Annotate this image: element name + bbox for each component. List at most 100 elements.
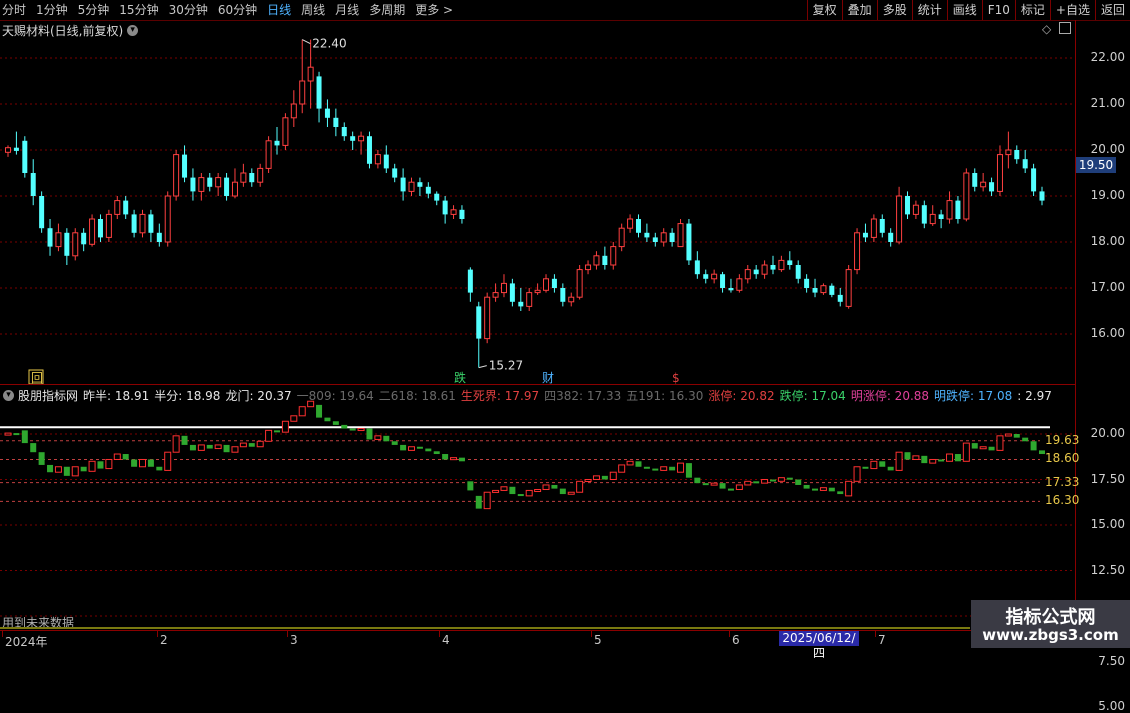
indicator-bar-79 (669, 466, 676, 471)
indicator-bar-83 (702, 483, 709, 486)
indicator-bar-17 (147, 459, 154, 467)
high-label: 22.40 (312, 37, 346, 51)
indicator-bar-104 (879, 461, 886, 467)
candle-body-93 (787, 260, 793, 265)
candle-body-116 (980, 181, 987, 188)
candle-body-90 (761, 264, 768, 275)
candle-body-75 (635, 219, 641, 233)
indicator-bar-75 (635, 461, 642, 467)
time-scrollbar[interactable] (0, 627, 970, 629)
indicator-axis-label-6: 5.00 (1098, 699, 1125, 713)
candle-body-21 (182, 154, 188, 178)
chart-canvas[interactable]: 22.40 15.27 回 跌 财 $ (0, 20, 1075, 630)
indicator-bar-71 (601, 475, 608, 480)
toolbar-button-4[interactable]: 画线 (946, 0, 982, 20)
candle-body-37 (316, 76, 322, 109)
current-price-tag: 19.50 (1076, 157, 1116, 173)
timeframe-3[interactable]: 15分钟 (114, 0, 163, 20)
candle-body-11 (97, 219, 103, 238)
candle-body-41 (350, 136, 356, 141)
indicator-bar-70 (592, 475, 600, 480)
candle-body-67 (568, 296, 575, 303)
indicator-bar-63 (534, 489, 542, 493)
candle-body-32 (274, 140, 280, 146)
timeframe-10[interactable]: 更多 > (410, 0, 458, 20)
candle-body-111 (938, 214, 944, 219)
indicator-value-5: 生死界: 17.97 (460, 389, 540, 403)
candle-body-1 (13, 147, 19, 151)
circle-arrow-icon[interactable]: ▾ (3, 390, 14, 401)
candle-body-72 (610, 246, 617, 266)
timeframe-7[interactable]: 周线 (296, 0, 330, 20)
indicator-bar-101 (853, 466, 861, 482)
indicator-bar-23 (197, 444, 205, 451)
timeframe-9[interactable]: 多周期 (364, 0, 410, 20)
candle-body-65 (551, 278, 557, 288)
candle-body-113 (955, 200, 961, 219)
toolbar-button-3[interactable]: 统计 (911, 0, 947, 20)
indicator-bar-102 (862, 466, 869, 469)
indicator-bar-53 (450, 457, 458, 461)
candle-body-71 (602, 255, 608, 265)
toolbar-button-5[interactable]: F10 (981, 0, 1015, 20)
indicator-bar-117 (988, 446, 995, 451)
candle-body-108 (912, 204, 919, 215)
candle-body-122 (1031, 168, 1037, 192)
candle-body-10 (89, 218, 96, 245)
toolbar-button-1[interactable]: 叠加 (841, 0, 877, 20)
candle-body-88 (744, 269, 751, 280)
candle-body-31 (265, 140, 272, 169)
indicator-bar-11 (97, 461, 104, 469)
indicator-value-3: 一809: 19.64 (296, 389, 374, 403)
indicator-bar-34 (290, 415, 298, 422)
candle-body-27 (231, 181, 238, 197)
indicator-bar-55 (467, 481, 474, 491)
timeframe-6[interactable]: 日线 (262, 0, 296, 20)
indicator-bar-16 (139, 458, 147, 468)
candle-body-70 (593, 255, 600, 266)
candle-body-119 (1005, 149, 1012, 156)
indicator-bar-18 (156, 466, 163, 471)
candle-body-42 (358, 135, 365, 142)
candle-body-50 (425, 186, 431, 194)
indicator-bar-69 (584, 479, 592, 482)
toolbar-button-2[interactable]: 多股 (876, 0, 912, 20)
timeframe-2[interactable]: 5分钟 (73, 0, 115, 20)
indicator-bar-95 (803, 484, 810, 489)
candle-body-115 (972, 173, 978, 187)
indicator-bar-42 (357, 428, 365, 432)
timeframe-8[interactable]: 月线 (330, 0, 364, 20)
indicator-bar-44 (374, 435, 382, 440)
low-label: 15.27 (489, 359, 523, 373)
indicator-bar-121 (1022, 437, 1029, 442)
date-tick-1 (157, 631, 158, 637)
candle-body-6 (55, 232, 62, 248)
indicator-bar-41 (349, 428, 356, 431)
candle-body-98 (829, 285, 835, 295)
timeframe-5[interactable]: 60分钟 (213, 0, 262, 20)
indicator-bar-66 (559, 488, 566, 495)
date-axis: 2024年 2 3 4 5 6 7 (0, 630, 1130, 651)
candle-body-96 (812, 288, 818, 293)
timeframe-1[interactable]: 1分钟 (31, 0, 73, 20)
candle-body-17 (148, 214, 154, 233)
toolbar-button-6[interactable]: 标记 (1014, 0, 1050, 20)
timeframe-4[interactable]: 30分钟 (164, 0, 213, 20)
toolbar-button-7[interactable]: +自选 (1049, 0, 1095, 20)
candle-body-73 (618, 227, 625, 248)
candle-body-33 (282, 117, 289, 146)
indicator-bar-105 (887, 466, 894, 471)
candle-body-5 (47, 228, 53, 247)
indicator-bar-8 (71, 466, 79, 477)
price-label-1: 21.00 (1090, 96, 1125, 110)
indicator-bar-24 (206, 444, 213, 449)
candle-body-51 (434, 193, 440, 201)
timeframe-0[interactable]: 分时 (0, 0, 31, 20)
candle-body-114 (963, 172, 970, 220)
indicator-bar-84 (710, 482, 718, 486)
candle-body-30 (257, 167, 264, 183)
date-label-2: 3 (290, 633, 298, 647)
indicator-bar-2 (21, 430, 28, 444)
toolbar-button-0[interactable]: 复权 (806, 0, 842, 20)
toolbar-button-8[interactable]: 返回 (1094, 0, 1130, 20)
